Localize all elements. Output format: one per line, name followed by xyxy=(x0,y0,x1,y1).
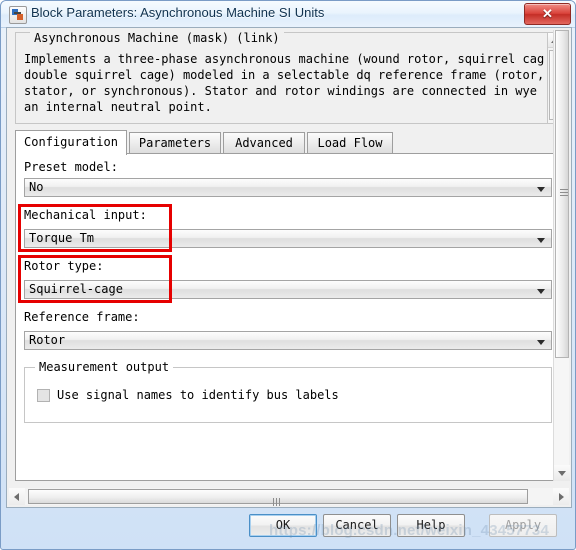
vertical-scroll-thumb[interactable] xyxy=(555,30,569,358)
close-button[interactable]: ✕ xyxy=(524,3,571,25)
measurement-output-legend: Measurement output xyxy=(35,360,174,374)
preset-model-dropdown[interactable]: No xyxy=(24,178,552,197)
scroll-grip-icon xyxy=(560,189,568,197)
preset-model-value: No xyxy=(29,180,44,194)
block-parameters-dialog: Block Parameters: Asynchronous Machine S… xyxy=(0,0,576,550)
title-bar: Block Parameters: Asynchronous Machine S… xyxy=(1,1,575,28)
rotor-type-value: Squirrel-cage xyxy=(29,282,123,296)
window-title: Block Parameters: Asynchronous Machine S… xyxy=(31,5,325,20)
reference-frame-label: Reference frame: xyxy=(24,310,140,324)
chevron-down-icon xyxy=(537,238,545,243)
description-group: Asynchronous Machine (mask) (link) Imple… xyxy=(15,31,549,124)
reference-frame-dropdown[interactable]: Rotor xyxy=(24,331,552,350)
cancel-button[interactable]: Cancel xyxy=(323,514,391,537)
simulink-block-icon xyxy=(9,6,27,24)
rotor-type-dropdown[interactable]: Squirrel-cage xyxy=(24,280,552,299)
main-horizontal-scrollbar[interactable] xyxy=(9,488,569,506)
tab-configuration[interactable]: Configuration xyxy=(15,130,127,155)
tab-strip: Configuration Parameters Advanced Load F… xyxy=(15,130,565,155)
ok-button[interactable]: OK xyxy=(249,514,317,537)
mechanical-input-label: Mechanical input: xyxy=(24,208,147,222)
scroll-right-arrow-icon[interactable] xyxy=(553,488,569,505)
dialog-client-area: Asynchronous Machine (mask) (link) Imple… xyxy=(6,27,572,508)
description-text: Implements a three-phase asynchronous ma… xyxy=(24,52,544,114)
reference-frame-value: Rotor xyxy=(29,333,66,347)
tab-load-flow[interactable]: Load Flow xyxy=(307,132,393,154)
use-signal-names-checkbox[interactable] xyxy=(37,389,50,402)
apply-button: Apply xyxy=(489,514,557,537)
tab-advanced[interactable]: Advanced xyxy=(223,132,305,154)
measurement-output-group: Measurement output Use signal names to i… xyxy=(24,360,552,423)
configuration-tab-panel: Preset model: No Mechanical input: Torqu… xyxy=(15,153,565,481)
mechanical-input-dropdown[interactable]: Torque Tm xyxy=(24,229,552,248)
help-button[interactable]: Help xyxy=(397,514,465,537)
preset-model-label: Preset model: xyxy=(24,160,118,174)
horizontal-scroll-thumb[interactable] xyxy=(28,489,528,506)
mechanical-input-value: Torque Tm xyxy=(29,231,95,245)
tab-parameters[interactable]: Parameters xyxy=(129,132,221,154)
dialog-button-bar: OK Cancel Help Apply xyxy=(1,506,575,549)
rotor-type-label: Rotor type: xyxy=(24,259,104,273)
close-icon: ✕ xyxy=(542,6,553,21)
chevron-down-icon xyxy=(537,289,545,294)
scroll-left-arrow-icon[interactable] xyxy=(9,488,25,505)
chevron-down-icon xyxy=(537,187,545,192)
main-vertical-scrollbar[interactable] xyxy=(553,30,570,481)
description-legend: Asynchronous Machine (mask) (link) xyxy=(30,31,284,45)
scroll-down-arrow-icon[interactable] xyxy=(554,465,570,481)
scroll-grip-icon xyxy=(273,493,283,506)
use-signal-names-label: Use signal names to identify bus labels xyxy=(57,388,339,402)
chevron-down-icon xyxy=(537,340,545,345)
